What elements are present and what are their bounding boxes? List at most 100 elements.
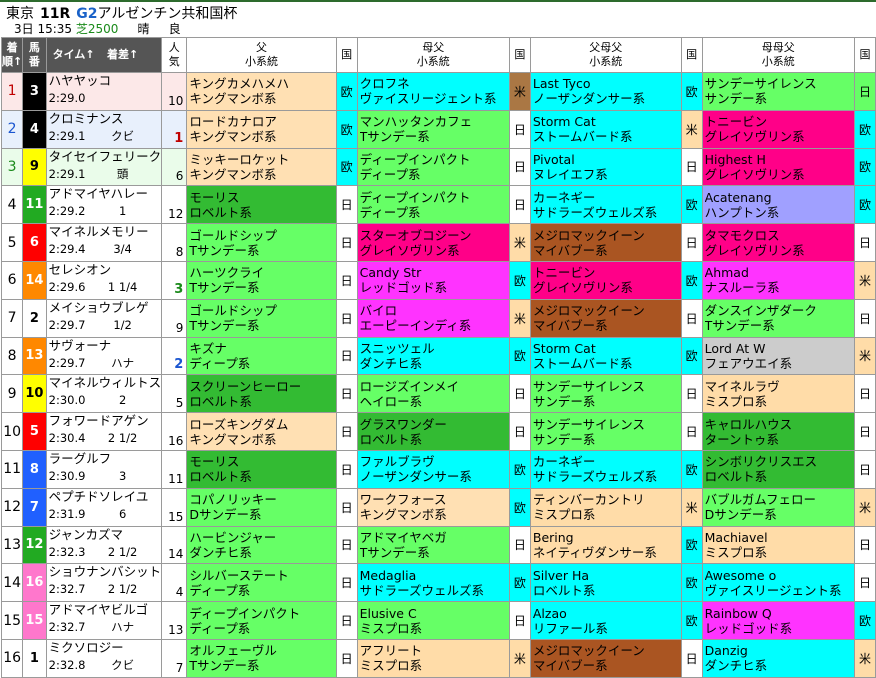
horse-name: Lord At W (704, 340, 766, 356)
horse-name: ミッキーロケット (189, 151, 290, 167)
country-cell: 日 (508, 109, 531, 149)
margin: 1/2 (113, 317, 132, 332)
lineage-name: レッドゴッド系 (704, 620, 793, 636)
horse-name: マンハッタンカフェ (359, 114, 473, 130)
horse-cell: ラーグルフ 2:30.9 3 (45, 449, 163, 489)
finish-time: 2:32.3 (48, 544, 86, 559)
popularity: 13 (161, 601, 188, 640)
horse-name[interactable]: マイネルウィルトス (49, 376, 161, 393)
lineage-name: ストームバード系 (532, 129, 633, 145)
bloodline-cell: モーリス ロベルト系 (186, 185, 337, 225)
horse-name[interactable]: フォワードアゲン (49, 414, 161, 431)
horse-name: Alzao (532, 605, 567, 621)
race-header: 東京 11R G2アルゼンチン共和国杯 3日 15:35 芝2500 晴 良 (0, 0, 876, 39)
country-cell: 日 (853, 412, 876, 451)
margin: クビ (111, 657, 135, 672)
popularity: 8 (161, 223, 188, 262)
race-distance: 芝2500 (75, 22, 119, 36)
finish-rank: 1 (0, 72, 24, 111)
finish-time: 2:30.9 (48, 468, 86, 483)
popularity: 9 (161, 298, 188, 338)
horse-name[interactable]: ペプチドソレイユ (49, 489, 161, 506)
bloodline-cell: Storm Cat ストームバード系 (529, 109, 682, 149)
horse-name: ディープインパクト (359, 151, 471, 167)
horse-name[interactable]: アドマイヤビルゴ (49, 603, 161, 620)
table-row: 15 15 アドマイヤビルゴ 2:32.7 ハナ 13 ディープインパクト ディープ系日 Elu… (0, 601, 876, 640)
country-cell: 日 (853, 525, 876, 565)
country-cell: 欧 (853, 601, 876, 640)
country-cell: 欧 (680, 525, 703, 565)
country-cell: 日 (680, 298, 703, 338)
horse-name[interactable]: ミクソロジー (49, 640, 161, 657)
country-cell: 日 (335, 185, 358, 225)
country-cell: 日 (335, 412, 358, 451)
country-cell: 日 (508, 525, 531, 565)
finish-time: 2:31.9 (48, 506, 86, 521)
popularity: 12 (161, 185, 188, 225)
bloodline-cell: Rainbow Q レッドゴッド系 (701, 601, 855, 640)
country-cell: 日 (335, 601, 358, 640)
horse-name[interactable]: ジャンカズマ (49, 527, 161, 544)
lineage-name: ディープ系 (359, 166, 421, 182)
time-diff-header: タイム↑ 着差↑ (45, 37, 163, 73)
race-weather: 晴 (137, 22, 150, 36)
table-row: 16 1 ミクソロジー 2:32.8 クビ 7 オルフェーヴル Tサンデー系日アフリート ミスプ… (0, 638, 876, 678)
bloodline-cell: ロージズインメイ ヘイロー系 (356, 374, 510, 414)
rank-sort-header[interactable]: 着順↑ (0, 37, 24, 73)
bloodline-cell: Awesome o ヴァイスリージェント系 (701, 563, 855, 603)
bloodline-cell: オルフェーヴル Tサンデー系 (186, 638, 337, 678)
popularity: 7 (161, 638, 188, 678)
horse-name[interactable]: セレシオン (49, 262, 161, 279)
country-cell: 欧 (680, 72, 703, 111)
bloodline-cell: バブルガムフェロー Dサンデー系 (701, 487, 855, 527)
horse-name[interactable]: メイショウブレゲ (49, 300, 161, 317)
bloodline-cell: クロフネ ヴァイスリージェント系 (356, 72, 510, 111)
bloodline-cell: Lord At W フェアウエイ系 (701, 336, 855, 376)
horse-name: キングカメハメハ (189, 76, 289, 92)
bloodline-cell: Last Tyco ノーザンダンサー系 (529, 72, 682, 111)
horse-name: ハーツクライ (189, 265, 265, 281)
lineage-name: ミスプロ系 (704, 544, 768, 560)
lineage-name: ヴァイスリージェント系 (359, 91, 497, 107)
country-cell: 日 (508, 147, 531, 187)
horse-name[interactable]: タイセイフェリーク (49, 149, 161, 166)
horse-name[interactable]: ショウナンバシット (49, 565, 161, 582)
horse-name[interactable]: ハヤヤッコ (49, 73, 161, 90)
popularity-header: 人気 (161, 37, 188, 73)
popularity: 10 (161, 72, 188, 111)
margin: 2 1/2 (107, 431, 138, 446)
lineage-name: ロベルト系 (532, 582, 596, 598)
horse-name: サンデーサイレンス (532, 416, 645, 432)
country-cell: 日 (853, 223, 876, 262)
results-table: 着順↑ 馬番 タイム↑ 着差↑ 人気 父小系統 国 母父 小系統 国 父母父 小系統… (0, 37, 876, 678)
horse-name: キズナ (189, 340, 227, 356)
horse-name: ダンスインザダーク (704, 303, 817, 319)
horse-name[interactable]: クロミナンス (49, 111, 161, 128)
finish-time: 2:29.1 (48, 166, 86, 181)
country-cell: 欧 (853, 185, 876, 225)
horse-name[interactable]: サヴォーナ (49, 338, 161, 355)
lineage-name: サドラーズウェルズ系 (532, 469, 658, 485)
sire-dam-sire-header: 父母父 小系統 (529, 37, 682, 73)
country-cell: 日 (335, 374, 358, 414)
margin (103, 90, 143, 106)
horse-name[interactable]: マイネルメモリー (49, 225, 161, 242)
time-sort-button[interactable]: タイム↑ (47, 48, 101, 62)
horse-name[interactable]: ラーグルフ (49, 451, 161, 468)
horse-name: Elusive C (359, 605, 417, 621)
table-row: 7 2 メイショウブレゲ 2:29.7 1/2 9 ゴールドシップ Tサンデー系日バイロ エーピ… (0, 298, 876, 338)
horse-cell: フォワードアゲン 2:30.4 2 1/2 (45, 412, 163, 451)
country-cell: 欧 (680, 260, 703, 300)
finish-rank: 2 (0, 109, 24, 149)
popularity: 4 (161, 563, 188, 603)
lineage-name: ダンチヒ系 (189, 544, 252, 560)
horse-name: トニービン (704, 114, 768, 130)
horse-name: Machiavel (704, 529, 768, 545)
diff-sort-button[interactable]: 着差↑ (101, 48, 145, 62)
lineage-name: グレイソヴリン系 (359, 242, 460, 258)
table-row: 8 13 サヴォーナ 2:29.7 ハナ 2 キズナ ディープ系日スニッツェル ダンチヒ系欧 St… (0, 336, 876, 376)
country-cell: 欧 (508, 487, 531, 527)
horse-name[interactable]: アドマイヤハレー (49, 187, 161, 204)
margin: 3/4 (113, 242, 132, 257)
bloodline-cell: トニービン グレイソヴリン系 (701, 109, 855, 149)
